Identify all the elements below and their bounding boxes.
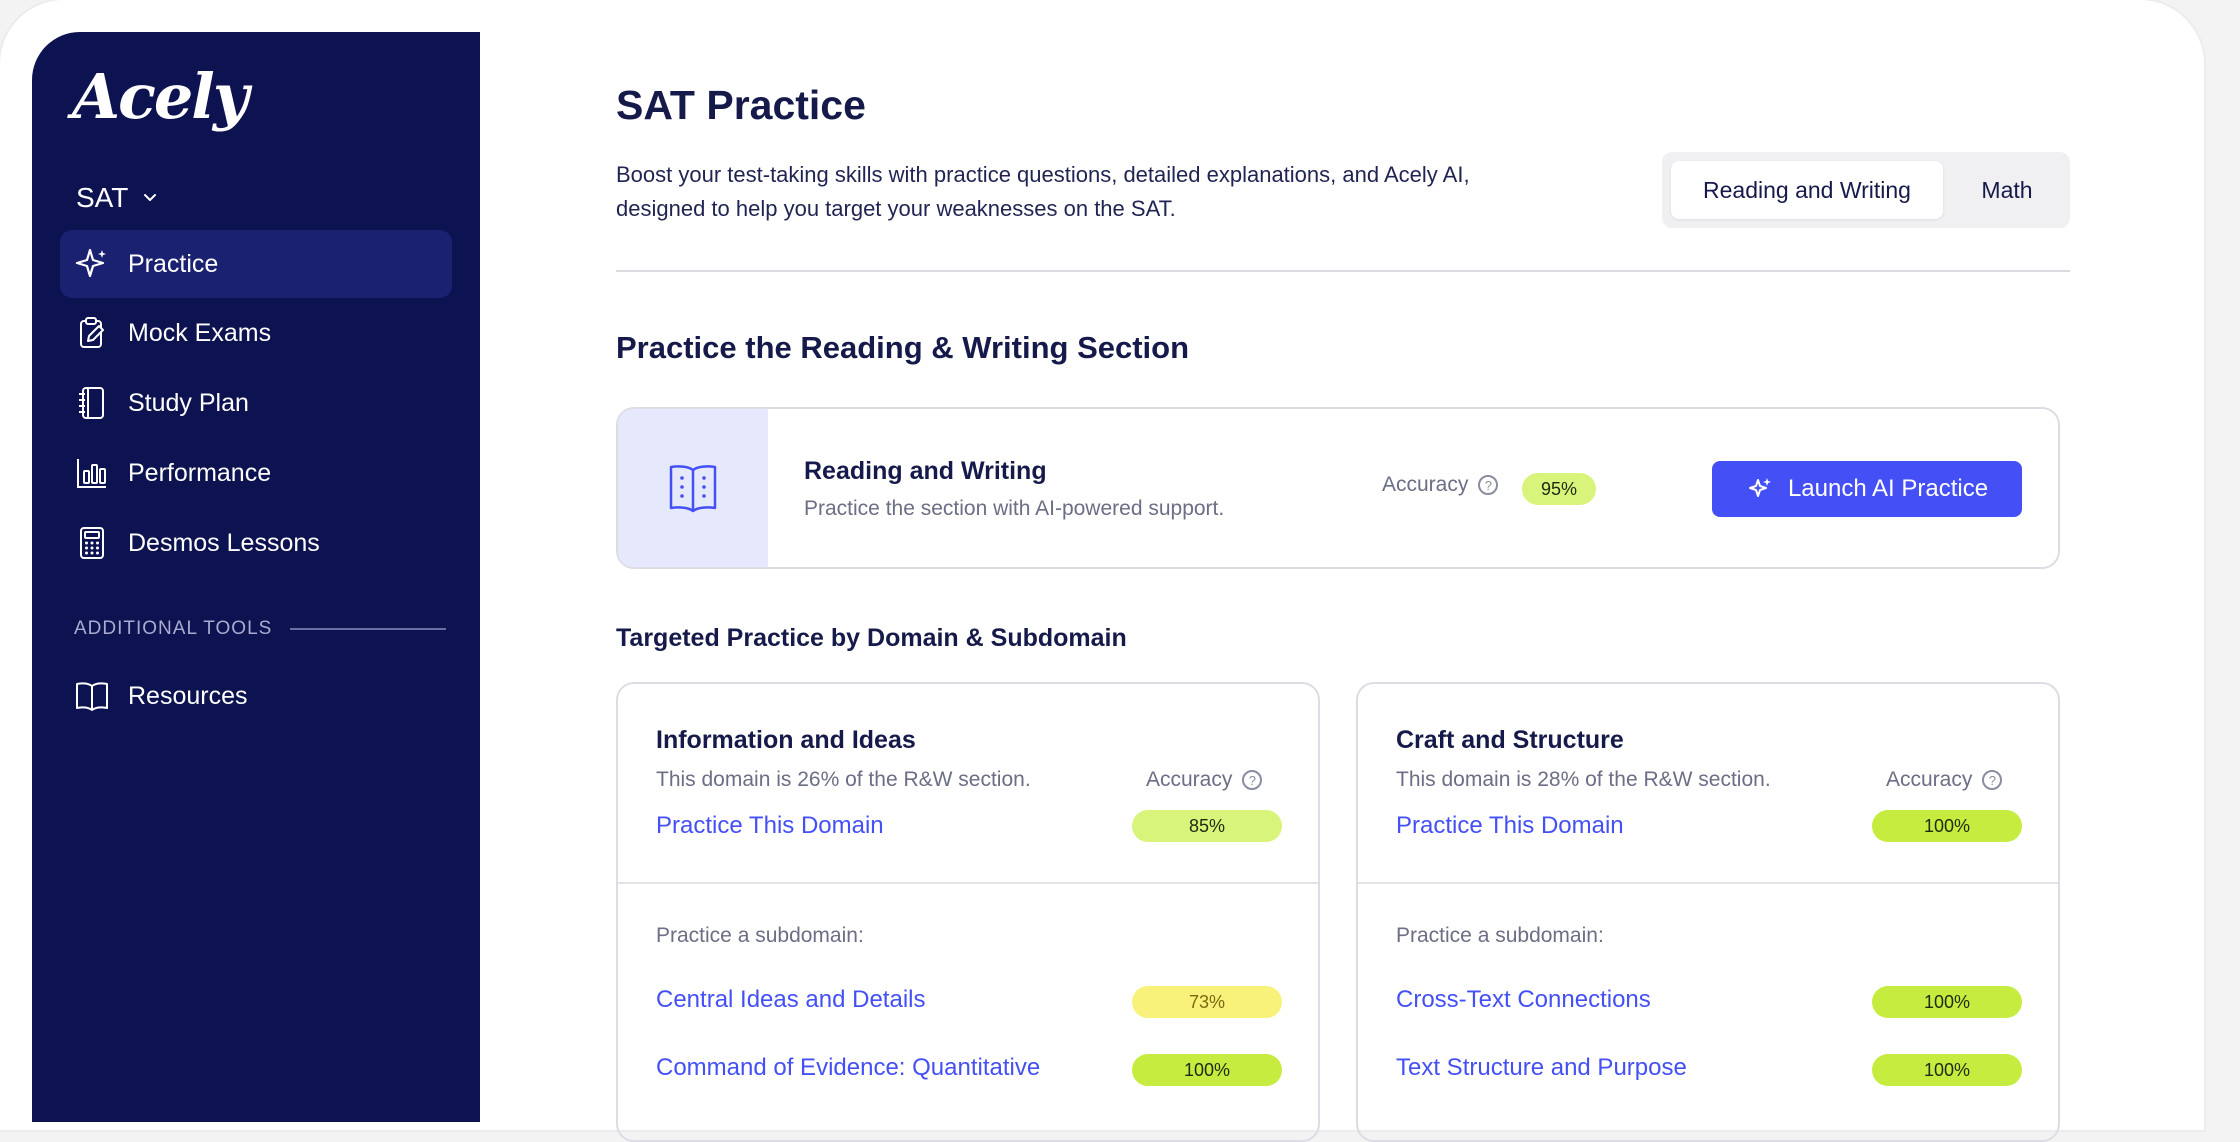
bar-chart-icon (77, 459, 106, 488)
help-icon[interactable]: ? (1242, 770, 1263, 790)
sidebar-item-resources[interactable]: Resources (60, 662, 452, 730)
sidebar-item-label: Resources (128, 681, 248, 710)
accuracy-label-text: Accuracy (1382, 473, 1469, 496)
domain-title: Craft and Structure (1396, 726, 1624, 754)
subdomain-link[interactable]: Command of Evidence: Quantitative (656, 1054, 1040, 1082)
section-accuracy-label: Accuracy ? (1382, 473, 1499, 497)
subdomain-row: Cross-Text Connections 100% (1396, 986, 2022, 1020)
subdomain-accuracy-badge: 100% (1872, 1054, 2022, 1086)
help-icon[interactable]: ? (1478, 475, 1499, 495)
page-description: Boost your test-taking skills with pract… (616, 162, 1470, 221)
domain-share: This domain is 26% of the R&W section. (656, 768, 1031, 791)
calculator-icon (80, 527, 104, 559)
sidebar-item-performance[interactable]: Performance (60, 439, 452, 507)
domain-accuracy-badge: 85% (1132, 810, 1282, 842)
practice-domain-link[interactable]: Practice This Domain (1396, 812, 1624, 840)
domain-share: This domain is 28% of the R&W section. (1396, 768, 1771, 791)
subdomain-row: Command of Evidence: Quantitative 100% (656, 1054, 1282, 1088)
subdomain-accuracy-badge: 100% (1132, 1054, 1282, 1086)
sparkle-icon (75, 248, 106, 278)
domain-accuracy-label: Accuracy ? (1146, 768, 1263, 792)
subdomain-heading: Practice a subdomain: (656, 924, 864, 947)
exam-selector-label: SAT (76, 182, 129, 213)
subdomain-row: Text Structure and Purpose 100% (1396, 1054, 2022, 1088)
domain-title: Information and Ideas (656, 726, 916, 754)
exam-selector[interactable]: SAT (76, 182, 160, 214)
divider (618, 882, 1318, 884)
accuracy-label-text: Accuracy (1146, 768, 1233, 791)
section-card-title: Reading and Writing (804, 457, 1047, 485)
sidebar-item-desmos-lessons[interactable]: Desmos Lessons (60, 509, 452, 577)
subdomain-accuracy-badge: 100% (1872, 986, 2022, 1018)
divider (290, 628, 447, 630)
section-card-subtitle: Practice the section with AI-powered sup… (804, 497, 1225, 520)
subdomain-row: Central Ideas and Details 73% (656, 986, 1282, 1020)
subdomain-link[interactable]: Text Structure and Purpose (1396, 1054, 1687, 1082)
accuracy-label-text: Accuracy (1886, 768, 1973, 791)
help-icon[interactable]: ? (1982, 770, 2003, 790)
domain-card-information-and-ideas: Information and Ideas This domain is 26%… (616, 682, 1320, 1142)
sidebar-item-study-plan[interactable]: Study Plan (60, 369, 452, 437)
domain-card-craft-and-structure: Craft and Structure This domain is 28% o… (1356, 682, 2060, 1142)
sidebar-item-label: Desmos Lessons (128, 528, 320, 557)
subdomain-heading: Practice a subdomain: (1396, 924, 1604, 947)
launch-ai-practice-button[interactable]: Launch AI Practice (1712, 461, 2022, 517)
chevron-down-icon (144, 194, 157, 201)
launch-ai-practice-label: Launch AI Practice (1787, 475, 1989, 502)
domain-accuracy-label: Accuracy ? (1886, 768, 2003, 792)
section-icon-box (618, 409, 768, 567)
targeted-practice-title: Targeted Practice by Domain & Subdomain (616, 624, 1127, 652)
notebook-icon (79, 387, 104, 419)
sidebar-item-mock-exams[interactable]: Mock Exams (60, 299, 452, 367)
sidebar-item-label: Mock Exams (128, 318, 272, 347)
subdomain-accuracy-badge: 73% (1132, 986, 1282, 1018)
divider (1358, 882, 2058, 884)
subdomain-link[interactable]: Cross-Text Connections (1396, 986, 1651, 1014)
section-toggle: Reading and Writing Math (1662, 152, 2070, 228)
tab-math[interactable]: Math (1952, 161, 2062, 219)
additional-tools-heading: ADDITIONAL TOOLS (74, 618, 447, 640)
sidebar-item-practice[interactable]: Practice (60, 230, 452, 298)
acely-logo[interactable]: Acely (72, 60, 249, 133)
sidebar-item-label: Study Plan (128, 388, 249, 417)
section-title: Practice the Reading & Writing Section (616, 330, 1190, 365)
practice-domain-link[interactable]: Practice This Domain (656, 812, 884, 840)
sidebar-item-label: Practice (128, 249, 219, 278)
sidebar-item-label: Performance (128, 458, 272, 487)
section-accuracy-badge: 95% (1522, 473, 1596, 505)
domain-accuracy-badge: 100% (1872, 810, 2022, 842)
tab-reading-and-writing[interactable]: Reading and Writing (1671, 161, 1943, 219)
page-title: SAT Practice (616, 82, 866, 128)
section-practice-card: Reading and Writing Practice the section… (616, 407, 2060, 569)
header-divider (616, 270, 2070, 272)
sparkle-icon (1748, 478, 1771, 497)
book-icon (76, 682, 108, 711)
clipboard-icon (80, 317, 104, 348)
sidebar: Acely SAT Practice Mock Exams Study Plan… (32, 32, 480, 1122)
open-book-icon (669, 465, 717, 513)
subdomain-link[interactable]: Central Ideas and Details (656, 986, 925, 1014)
additional-tools-label: ADDITIONAL TOOLS (74, 618, 273, 639)
